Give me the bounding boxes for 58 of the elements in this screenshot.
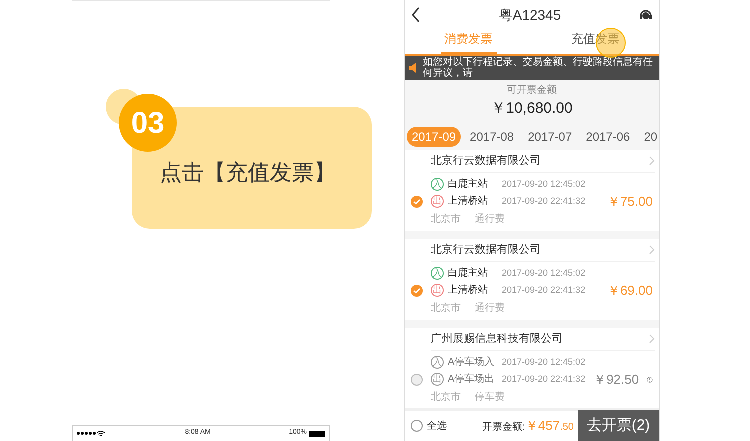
station-name: 上清桥站 xyxy=(448,194,489,209)
station-name: 白鹿主站 xyxy=(448,266,489,281)
trip-time: 2017-09-20 12:45:02 xyxy=(502,266,586,280)
balance-label: 可开票金额 xyxy=(507,84,557,98)
chevron-right-icon xyxy=(649,334,655,344)
trip-checkbox[interactable] xyxy=(411,196,423,208)
warning-icon[interactable] xyxy=(647,374,653,386)
company-name: 广州展赐信息科技有限公司 xyxy=(431,332,563,347)
station-name: A停车场出 xyxy=(448,372,496,387)
trip-amount: ￥75.00 xyxy=(607,193,653,212)
trip-card[interactable]: 北京行云数据有限公司 入 白鹿主站 2017-09-20 12:45:02 出 上清桥站 2017-09-20 22:41:32 北京市 通行费 ￥75.00 xyxy=(405,150,659,231)
trip-time: 2017-09-20 22:41:32 xyxy=(502,372,586,386)
chevron-right-icon xyxy=(649,156,655,166)
exit-badge: 出 xyxy=(431,195,444,208)
trip-amount: ￥92.50 xyxy=(594,371,640,390)
fee-type: 通行费 xyxy=(475,302,505,316)
station-name: A停车场入 xyxy=(448,356,496,370)
notice-text: 如您对以下行程记录、交易金额、行驶路段信息有任何异议，请 xyxy=(423,57,654,79)
balance-amount: ￥10,680.00 xyxy=(491,99,573,120)
fee-type: 通行费 xyxy=(475,212,505,227)
exit-badge: 出 xyxy=(431,373,444,386)
company-name: 北京行云数据有限公司 xyxy=(431,242,541,258)
city-text: 北京市 xyxy=(431,302,461,316)
fee-type: 停车费 xyxy=(475,390,505,405)
signal-icon xyxy=(77,430,107,436)
city-text: 北京市 xyxy=(431,212,461,227)
entry-badge: 入 xyxy=(431,267,444,280)
station-name: 上清桥站 xyxy=(448,284,489,298)
trip-checkbox[interactable] xyxy=(411,285,423,297)
entry-badge: 入 xyxy=(431,356,444,369)
trip-time: 2017-09-20 12:45:02 xyxy=(502,178,586,191)
entry-badge: 入 xyxy=(431,178,444,191)
month-tab[interactable]: 2017-06 xyxy=(581,127,636,147)
speaker-icon xyxy=(409,63,419,73)
instruction-text: 点击【充值发票】 xyxy=(160,159,336,187)
trip-checkbox[interactable] xyxy=(411,374,423,386)
back-icon[interactable] xyxy=(411,7,421,23)
total-label: 开票金额: xyxy=(482,420,526,436)
trip-time: 2017-09-20 12:45:02 xyxy=(502,356,586,369)
month-tab[interactable]: 2017-08 xyxy=(465,127,520,147)
exit-badge: 出 xyxy=(431,284,444,297)
month-tab[interactable]: 2017-07 xyxy=(523,127,578,147)
month-tab[interactable]: 20 xyxy=(639,127,659,147)
city-text: 北京市 xyxy=(431,390,461,405)
chevron-right-icon xyxy=(649,245,655,255)
trip-card[interactable]: 广州展赐信息科技有限公司 入 A停车场入 2017-09-20 12:45:02 出 A停车场出 2017-09-20 22:41:32 北京市 停车费 ￥92.50 xyxy=(405,328,659,408)
trip-time: 2017-09-20 22:41:32 xyxy=(502,284,586,297)
issue-invoice-button[interactable]: 去开票(2) xyxy=(578,410,659,441)
trip-card[interactable]: 北京行云数据有限公司 入 白鹿主站 2017-09-20 12:45:02 出 上清桥站 2017-09-20 22:41:32 北京市 通行费 ￥69.00 xyxy=(405,239,659,320)
station-name: 白鹿主站 xyxy=(448,178,489,192)
company-name: 北京行云数据有限公司 xyxy=(431,154,541,169)
select-all-checkbox[interactable]: 全选 xyxy=(405,418,475,434)
trip-amount: ￥69.00 xyxy=(607,282,653,300)
trip-time: 2017-09-20 22:41:32 xyxy=(502,194,586,208)
headset-icon[interactable] xyxy=(639,8,653,22)
total-amount: ￥457.50 xyxy=(525,417,574,436)
page-title: 粤A12345 xyxy=(498,6,562,24)
battery-icon xyxy=(309,430,325,436)
